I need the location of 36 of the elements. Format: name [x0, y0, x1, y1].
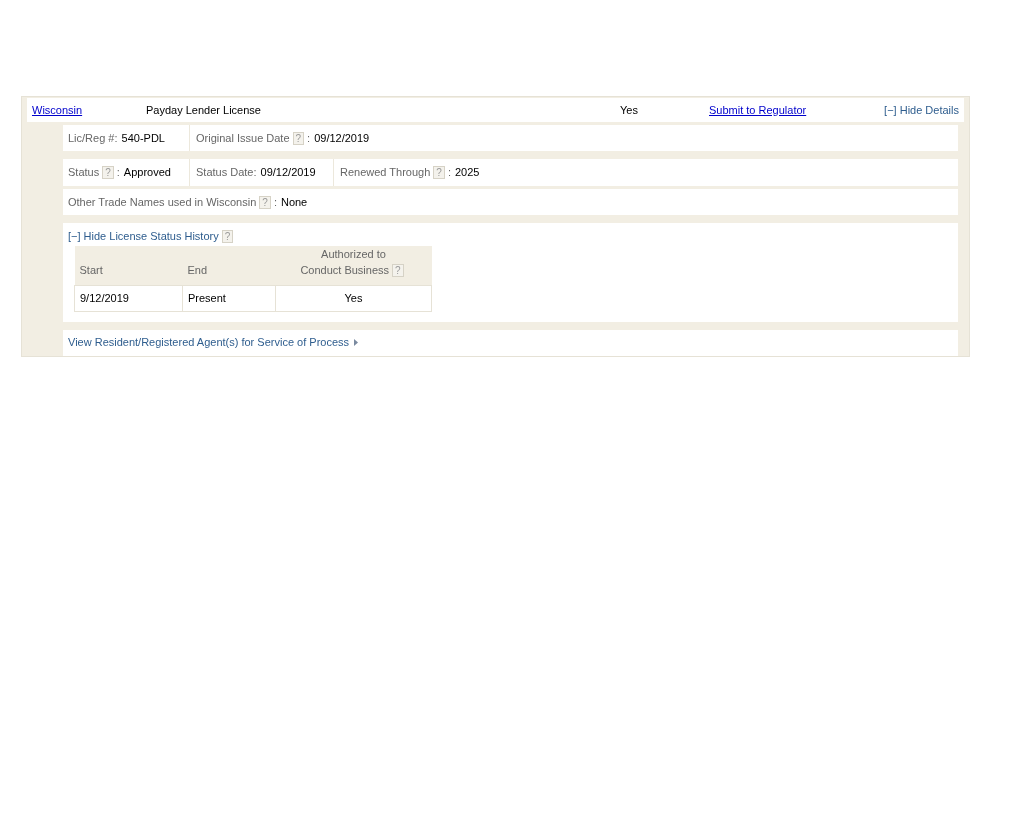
field-label: Renewed Through	[340, 165, 431, 181]
field-label: Lic/Reg #:	[68, 130, 118, 146]
state-link[interactable]: Wisconsin	[32, 101, 146, 119]
caret-icon	[354, 339, 359, 346]
help-mark[interactable]: ?	[102, 166, 114, 179]
help-mark[interactable]: ?	[392, 263, 404, 277]
hide-history-toggle[interactable]: [−] Hide License Status History	[68, 228, 219, 245]
field-value: 540-PDL	[121, 130, 165, 146]
field-label: Status Date:	[196, 165, 257, 181]
table-cell: 9/12/2019	[74, 285, 183, 311]
column-header: End	[182, 245, 276, 285]
column-header-text: Conduct Business	[300, 263, 390, 278]
field-label: Other Trade Names used in Wisconsin	[68, 194, 257, 210]
help-mark[interactable]: ?	[259, 195, 271, 209]
field-value: None	[280, 194, 308, 210]
field-value: 2025	[454, 165, 480, 181]
column-header-text: Authorized to	[321, 246, 386, 262]
table-cell: Yes	[275, 285, 432, 311]
field-value: 09/12/2019	[314, 130, 370, 146]
help-mark[interactable]: ?	[221, 229, 234, 243]
help-mark[interactable]: ?	[433, 166, 445, 179]
field-label: Status	[68, 165, 100, 181]
colon: :	[447, 165, 451, 181]
help-mark[interactable]: ?	[292, 131, 305, 145]
license-value: Yes	[620, 102, 639, 118]
colon: :	[116, 165, 120, 181]
field-value: 09/12/2019	[260, 165, 316, 181]
column-header: Start	[74, 245, 183, 285]
hide-details-toggle[interactable]: [−] Hide Details	[884, 101, 959, 119]
table-cell: Present	[182, 285, 276, 311]
colon: :	[307, 130, 311, 146]
field-value: Approved	[123, 165, 171, 181]
submit-link[interactable]: Submit to Regulator	[709, 101, 807, 119]
colon: :	[273, 194, 277, 210]
field-label: Original Issue Date	[196, 130, 290, 146]
license-type: Payday Lender License	[146, 102, 262, 118]
